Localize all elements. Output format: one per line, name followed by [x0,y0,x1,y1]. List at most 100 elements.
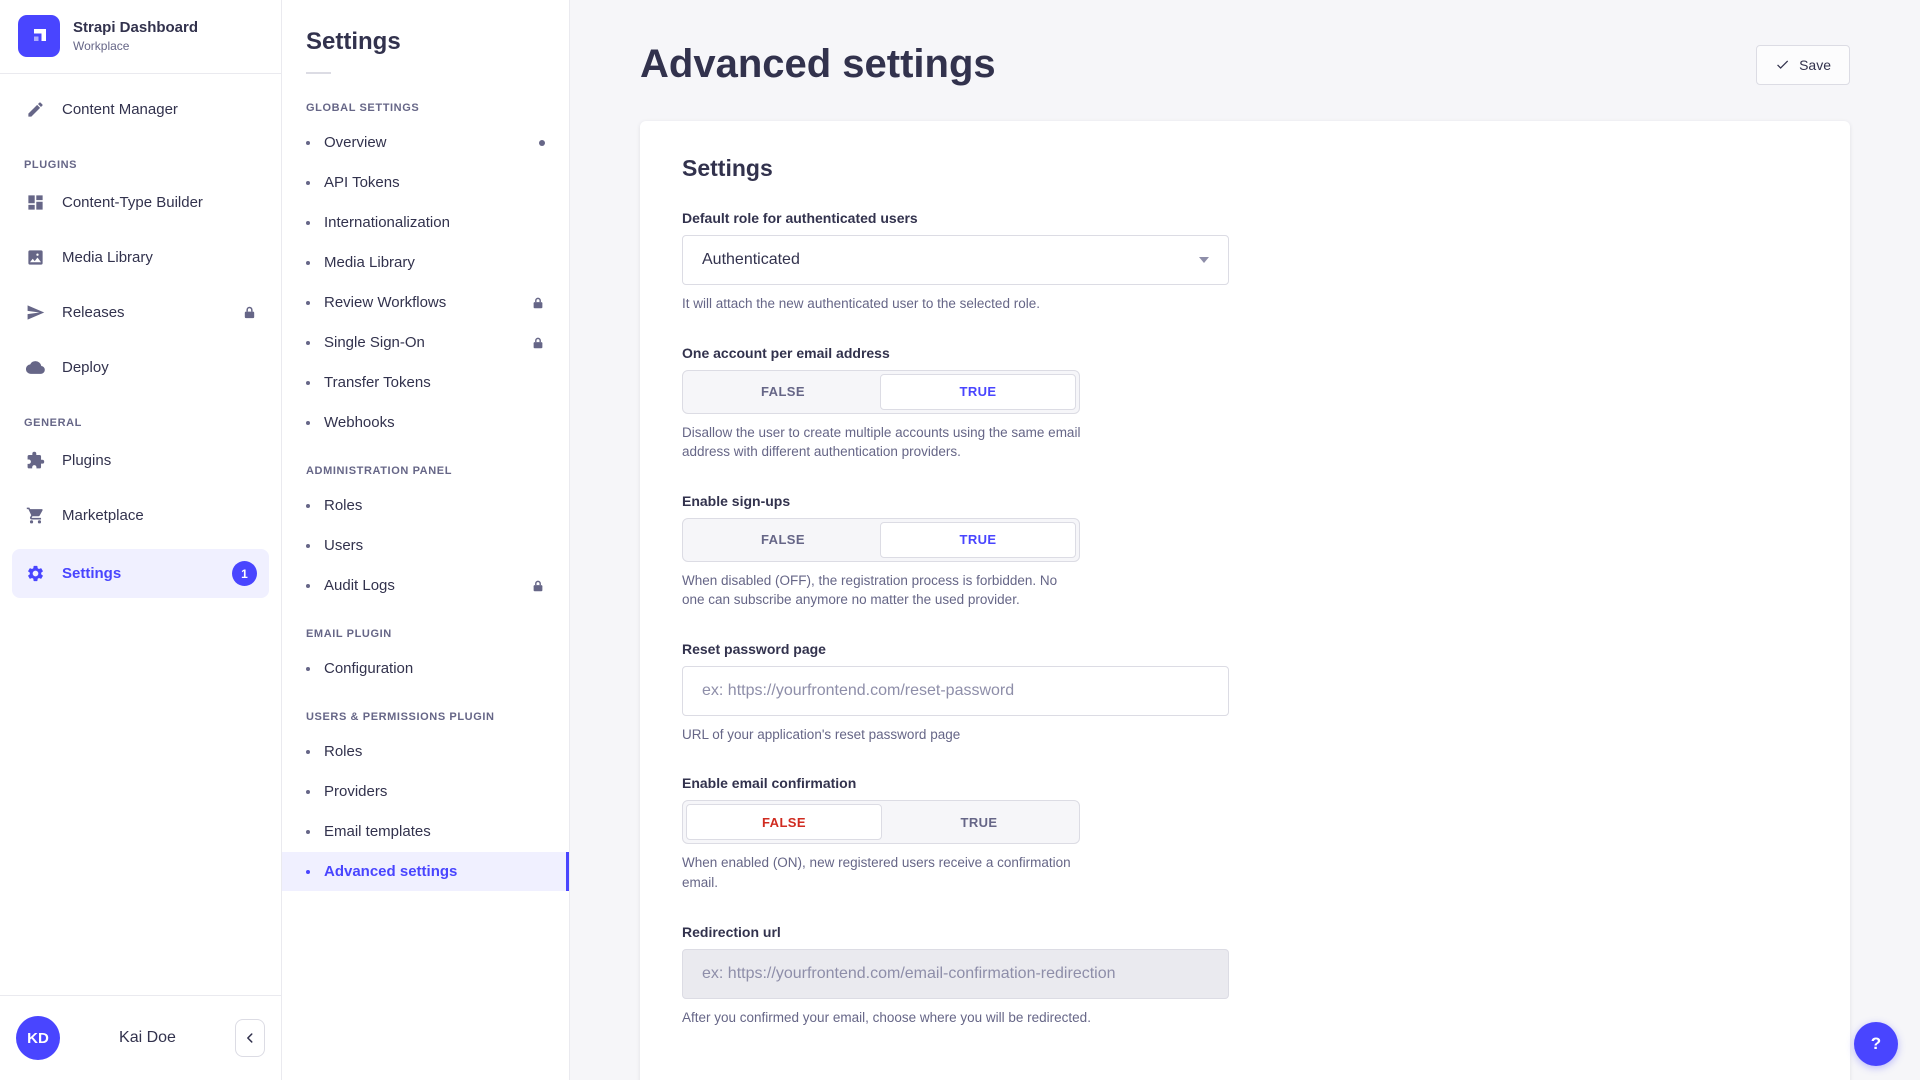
subnav-section-administration-panel: ADMINISTRATION PANEL [282,443,569,485]
reset-password-input[interactable] [682,666,1229,716]
subnav-item-providers[interactable]: Providers [282,772,569,811]
subnav-item-label: Internationalization [324,214,450,231]
sidebar-item-label: Plugins [62,452,111,469]
toggle-option-false[interactable]: FALSE [686,374,880,410]
sidebar-item-label: Content Manager [62,101,178,118]
subnav-item-label: Users [324,537,363,554]
bullet-icon [306,790,310,794]
field-hint: After you confirmed your email, choose w… [682,1008,1808,1028]
subnav-item-overview[interactable]: Overview [282,123,569,162]
bullet-icon [306,381,310,385]
sidebar-item-plugins[interactable]: Plugins [12,439,269,482]
subnav-item-label: Advanced settings [324,863,457,880]
field-redirection-url: Redirection url After you confirmed your… [682,924,1808,1028]
save-button-label: Save [1799,57,1831,73]
field-reset-password: Reset password page URL of your applicat… [682,641,1808,745]
subnav-item-label: Providers [324,783,387,800]
subnav-item-label: Roles [324,743,362,760]
toggle-option-true[interactable]: TRUE [880,374,1076,410]
field-default-role: Default role for authenticated users Aut… [682,210,1808,314]
bullet-icon [306,421,310,425]
subnav-item-label: Roles [324,497,362,514]
subnav-item-label: Overview [324,134,387,151]
sign-ups-toggle: FALSE TRUE [682,518,1080,562]
sidebar-item-deploy[interactable]: Deploy [12,346,269,389]
subnav-section-global-settings: GLOBAL SETTINGS [282,80,569,122]
lock-icon [531,296,545,310]
sidebar-section-plugins: PLUGINS [12,143,269,181]
default-role-select[interactable]: Authenticated [682,235,1229,285]
bullet-icon [306,301,310,305]
sidebar-section-general: GENERAL [12,401,269,439]
sidebar-item-label: Releases [62,304,125,321]
lock-icon [531,336,545,350]
pen-icon [24,100,46,119]
subnav-section-email-plugin: EMAIL PLUGIN [282,606,569,648]
workspace-brand[interactable]: Strapi Dashboard Workplace [0,0,281,73]
subnav-item-admin-users[interactable]: Users [282,526,569,565]
lock-icon [242,305,257,320]
lock-icon [531,579,545,593]
toggle-option-false[interactable]: FALSE [686,522,880,558]
field-label: Enable sign-ups [682,493,1808,509]
subnav-item-webhooks[interactable]: Webhooks [282,403,569,442]
subnav-item-review-workflows[interactable]: Review Workflows [282,283,569,322]
subnav-item-label: Webhooks [324,414,395,431]
toggle-option-false[interactable]: FALSE [686,804,882,840]
field-hint: When enabled (ON), new registered users … [682,853,1082,892]
subnav-item-api-tokens[interactable]: API Tokens [282,163,569,202]
sidebar-item-label: Deploy [62,359,109,376]
subnav-item-label: API Tokens [324,174,400,191]
subnav-item-email-configuration[interactable]: Configuration [282,649,569,688]
subnav-item-single-sign-on[interactable]: Single Sign-On [282,323,569,362]
subnav-item-admin-roles[interactable]: Roles [282,486,569,525]
sidebar-footer-user[interactable]: KD Kai Doe [0,995,281,1080]
paper-plane-icon [24,303,46,322]
field-label: Enable email confirmation [682,775,1808,791]
select-value: Authenticated [702,251,800,269]
chevron-left-icon [243,1031,257,1045]
field-label: Reset password page [682,641,1808,657]
subnav-item-email-templates[interactable]: Email templates [282,812,569,851]
bullet-icon [306,544,310,548]
subnav-item-advanced-settings[interactable]: Advanced settings [282,852,569,891]
collapse-sidebar-button[interactable] [235,1019,265,1057]
subnav-item-audit-logs[interactable]: Audit Logs [282,566,569,605]
sidebar-item-releases[interactable]: Releases [12,291,269,334]
subnav-item-up-roles[interactable]: Roles [282,732,569,771]
save-button[interactable]: Save [1756,45,1850,85]
subnav-item-label: Review Workflows [324,294,446,311]
subnav-item-label: Transfer Tokens [324,374,431,391]
sidebar-item-marketplace[interactable]: Marketplace [12,494,269,537]
help-button[interactable]: ? [1854,1022,1898,1066]
avatar: KD [16,1016,60,1060]
bullet-icon [306,341,310,345]
user-name: Kai Doe [70,1029,225,1047]
one-account-toggle: FALSE TRUE [682,370,1080,414]
sidebar-item-content-manager[interactable]: Content Manager [12,88,269,131]
redirection-url-input [682,949,1229,999]
subnav-item-media-library[interactable]: Media Library [282,243,569,282]
bullet-icon [306,830,310,834]
sidebar-item-label: Content-Type Builder [62,194,203,211]
field-hint: Disallow the user to create multiple acc… [682,423,1082,462]
field-label: Redirection url [682,924,1808,940]
settings-notification-badge: 1 [232,561,257,586]
sidebar-item-label: Settings [62,565,121,582]
main-sidebar: Strapi Dashboard Workplace Content Manag… [0,0,282,1080]
field-label: One account per email address [682,345,1808,361]
sidebar-item-settings[interactable]: Settings 1 [12,549,269,598]
subnav-title: Settings [282,0,569,72]
subnav-item-internationalization[interactable]: Internationalization [282,203,569,242]
main-content: Advanced settings Save Settings Default … [570,0,1920,1080]
toggle-option-true[interactable]: TRUE [880,522,1076,558]
subnav-item-transfer-tokens[interactable]: Transfer Tokens [282,363,569,402]
toggle-option-true[interactable]: TRUE [882,804,1076,840]
notification-dot-icon [539,140,545,146]
sidebar-item-content-type-builder[interactable]: Content-Type Builder [12,181,269,224]
field-sign-ups: Enable sign-ups FALSE TRUE When disabled… [682,493,1808,610]
sidebar-item-label: Media Library [62,249,153,266]
sidebar-item-media-library[interactable]: Media Library [12,236,269,279]
divider [306,72,331,74]
check-icon [1775,57,1790,72]
